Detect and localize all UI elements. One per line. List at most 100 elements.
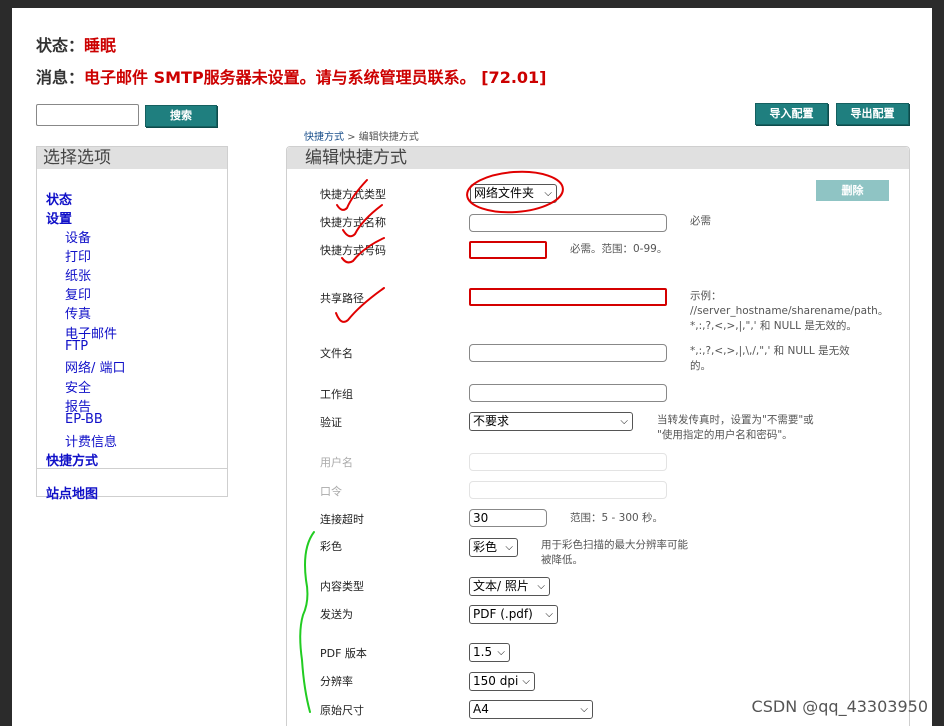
csdn-watermark: CSDN @qq_43303950 (751, 697, 928, 716)
original-size-select[interactable]: A4 ⌵ (469, 700, 593, 719)
original-size-value: A4 (473, 702, 489, 716)
breadcrumb-parent-link[interactable]: 快捷方式 (304, 132, 344, 143)
sidebar-divider (37, 468, 227, 469)
share-path-hint: 示例： //server_hostname/sharename/path。 *,… (690, 289, 888, 334)
search-input[interactable] (36, 104, 139, 126)
workgroup-label: 工作组 (320, 388, 353, 401)
password-input (469, 481, 667, 499)
color-hint: 用于彩色扫描的最大分辨率可能 被降低。 (541, 538, 688, 568)
shortcut-type-value: 网络文件夹 (474, 186, 535, 200)
chevron-down-icon: ⌵ (505, 542, 513, 553)
username-input (469, 453, 667, 471)
page: 状态：睡眠 消息：电子邮件 SMTP服务器未设置。请与系统管理员联系。 [72.… (12, 8, 932, 726)
color-select[interactable]: 彩色 ⌵ (469, 538, 518, 557)
resolution-value: 150 dpi (473, 674, 519, 688)
username-label: 用户名 (320, 456, 353, 469)
pdf-version-value: 1.5 (473, 645, 493, 659)
panel-title: 编辑快捷方式 (287, 147, 909, 169)
edit-shortcut-panel: 编辑快捷方式 (286, 146, 910, 726)
breadcrumb: 快捷方式 > 编辑快捷方式 (304, 128, 419, 143)
resolution-label: 分辨率 (320, 675, 353, 688)
chevron-down-icon: ⌵ (620, 416, 628, 427)
timeout-hint: 范围：5 - 300 秒。 (570, 512, 664, 524)
color-hint-line1: 用于彩色扫描的最大分辨率可能 (541, 539, 688, 551)
sidebar-item-device[interactable]: 设备 (65, 227, 91, 246)
share-path-input[interactable] (469, 288, 667, 306)
password-label: 口令 (320, 485, 342, 498)
message-value: 电子邮件 SMTP服务器未设置。请与系统管理员联系。 [72.01] (84, 68, 547, 87)
content-type-value: 文本/ 照片 (473, 579, 529, 593)
sidebar-item-copy[interactable]: 复印 (65, 284, 91, 303)
send-as-value: PDF (.pdf) (473, 607, 533, 621)
auth-hint-line1: 当转发传真时，设置为"不需要"或 (657, 414, 814, 426)
shortcut-number-label: 快捷方式号码 (320, 244, 386, 257)
original-size-label: 原始尺寸 (320, 704, 364, 717)
shortcut-name-input[interactable] (469, 214, 667, 232)
sidebar-item-paper[interactable]: 纸张 (65, 265, 91, 284)
share-path-hint-line1: 示例： (690, 290, 722, 302)
status-label: 状态： (36, 36, 85, 55)
shortcut-number-input[interactable] (469, 241, 547, 259)
export-config-button[interactable]: 导出配置 (836, 103, 909, 125)
auth-value: 不要求 (473, 414, 510, 428)
sidebar-item-status[interactable]: 状态 (46, 189, 72, 208)
chevron-down-icon: ⌵ (545, 609, 553, 620)
pdf-version-select[interactable]: 1.5 ⌵ (469, 643, 510, 662)
share-path-hint-line3: *,:,?,<,>,|,",' 和 NULL 是无效的。 (690, 320, 857, 332)
chevron-down-icon: ⌵ (537, 581, 545, 592)
breadcrumb-current: 编辑快捷方式 (358, 132, 419, 143)
delete-button[interactable]: 删除 (816, 180, 889, 201)
shortcut-number-hint: 必需。范围：0-99。 (570, 243, 668, 255)
sidebar-item-security[interactable]: 安全 (65, 377, 91, 396)
auth-label: 验证 (320, 416, 342, 429)
file-name-hint: *,:,?,<,>,|,\,/,",' 和 NULL 是无效 的。 (690, 344, 850, 374)
timeout-input[interactable]: 30 (469, 509, 547, 527)
workgroup-input[interactable] (469, 384, 667, 402)
chevron-down-icon: ⌵ (497, 647, 505, 658)
content-type-label: 内容类型 (320, 580, 364, 593)
timeout-label: 连接超时 (320, 513, 364, 526)
sidebar-item-billing[interactable]: 计费信息 (65, 431, 117, 450)
content-type-select[interactable]: 文本/ 照片 ⌵ (469, 577, 550, 596)
sidebar-title: 选择选项 (37, 147, 227, 169)
sidebar-item-fax[interactable]: 传真 (65, 303, 91, 322)
share-path-label: 共享路径 (320, 292, 364, 305)
color-hint-line2: 被降低。 (541, 554, 583, 566)
auth-hint-line2: "使用指定的用户名和密码"。 (657, 429, 793, 441)
chevron-down-icon: ⌵ (580, 704, 588, 715)
shortcut-type-label: 快捷方式类型 (320, 188, 386, 201)
import-config-button[interactable]: 导入配置 (755, 103, 828, 125)
sidebar-item-ep-bb[interactable]: EP-BB (65, 412, 103, 427)
share-path-hint-line2: //server_hostname/sharename/path。 (690, 305, 889, 317)
chevron-down-icon: ⌵ (544, 188, 552, 199)
status-value: 睡眠 (84, 36, 117, 55)
file-name-hint-line2: 的。 (690, 360, 711, 372)
message-line: 消息：电子邮件 SMTP服务器未设置。请与系统管理员联系。 [72.01] (36, 64, 546, 88)
auth-select[interactable]: 不要求 ⌵ (469, 412, 633, 431)
search-button[interactable]: 搜索 (145, 105, 217, 127)
sidebar-item-shortcuts[interactable]: 快捷方式 (46, 450, 98, 469)
sidebar-item-settings[interactable]: 设置 (46, 208, 72, 227)
color-value: 彩色 (473, 540, 498, 554)
sidebar-item-sitemap[interactable]: 站点地图 (46, 483, 98, 502)
send-as-select[interactable]: PDF (.pdf) ⌵ (469, 605, 558, 624)
sidebar-item-network-port[interactable]: 网络/ 端口 (65, 357, 126, 376)
message-label: 消息： (36, 68, 85, 87)
file-name-label: 文件名 (320, 347, 353, 360)
status-line: 状态：睡眠 (36, 32, 116, 56)
file-name-hint-line1: *,:,?,<,>,|,\,/,",' 和 NULL 是无效 (690, 345, 850, 357)
chevron-down-icon: ⌵ (522, 676, 530, 687)
pdf-version-label: PDF 版本 (320, 647, 367, 660)
sidebar-item-print[interactable]: 打印 (65, 246, 91, 265)
sidebar: 选择选项 状态 设置 设备 打印 纸张 复印 传真 电子邮件 FTP 网络/ 端… (36, 146, 228, 502)
color-label: 彩色 (320, 540, 342, 553)
send-as-label: 发送为 (320, 608, 353, 621)
shortcut-type-select[interactable]: 网络文件夹 ⌵ (470, 184, 557, 203)
auth-hint: 当转发传真时，设置为"不需要"或 "使用指定的用户名和密码"。 (657, 413, 814, 443)
sidebar-item-ftp[interactable]: FTP (65, 339, 88, 354)
shortcut-name-label: 快捷方式名称 (320, 216, 386, 229)
file-name-input[interactable] (469, 344, 667, 362)
breadcrumb-separator: > (344, 132, 359, 143)
resolution-select[interactable]: 150 dpi ⌵ (469, 672, 535, 691)
shortcut-name-hint: 必需 (690, 215, 711, 227)
